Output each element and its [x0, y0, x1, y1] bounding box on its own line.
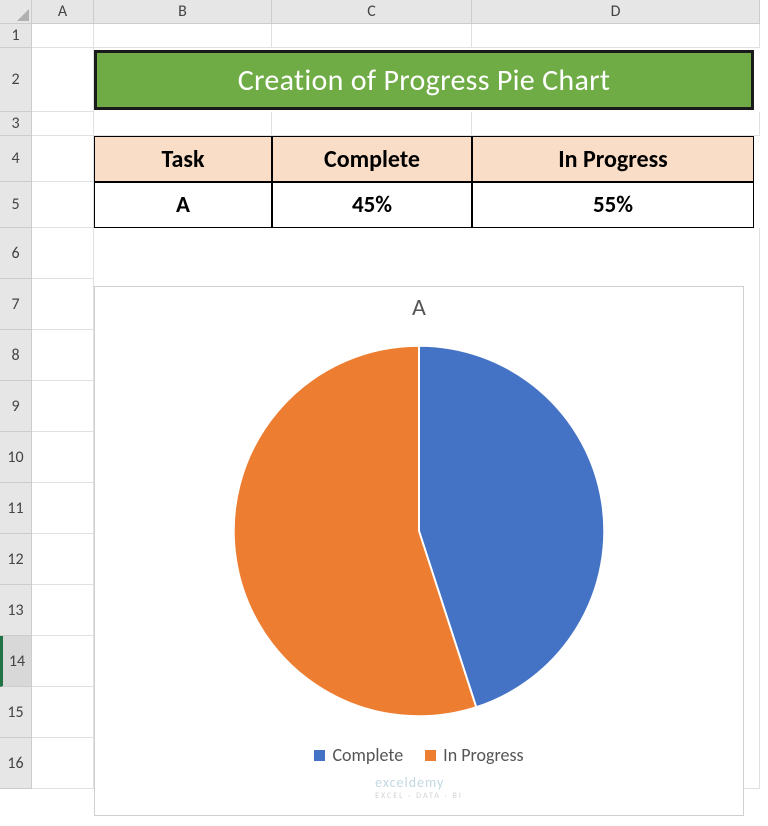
cell[interactable] [32, 279, 94, 330]
row-header-9[interactable]: 9 [0, 381, 32, 432]
cell[interactable] [94, 24, 272, 48]
select-all-corner[interactable] [0, 0, 32, 24]
page-title-banner: Creation of Progress Pie Chart [94, 50, 754, 110]
legend-item-complete: Complete [314, 744, 403, 766]
chart-plot-area [95, 336, 743, 726]
row-header-14[interactable]: 14 [0, 636, 32, 687]
cell[interactable] [32, 636, 94, 687]
col-header-d[interactable]: D [472, 0, 760, 24]
row-header-3[interactable]: 3 [0, 112, 32, 136]
row-header-5[interactable]: 5 [0, 182, 32, 228]
col-header-a[interactable]: A [32, 0, 94, 24]
cell[interactable] [32, 112, 94, 136]
cell[interactable] [32, 738, 94, 789]
row-header-8[interactable]: 8 [0, 330, 32, 381]
table-cell-task[interactable]: A [94, 182, 272, 228]
watermark-tag: EXCEL · DATA · BI [375, 791, 463, 801]
pie-svg [224, 336, 614, 726]
cell[interactable] [32, 330, 94, 381]
legend-swatch-icon [425, 750, 436, 761]
cell[interactable] [272, 24, 472, 48]
cell[interactable] [32, 48, 94, 112]
page-title: Creation of Progress Pie Chart [238, 62, 611, 99]
cell[interactable] [32, 585, 94, 636]
table-cell-complete[interactable]: 45% [272, 182, 472, 228]
row-header-6[interactable]: 6 [0, 228, 32, 279]
cell[interactable] [32, 228, 94, 279]
legend-swatch-icon [314, 750, 325, 761]
row-header-11[interactable]: 11 [0, 483, 32, 534]
row-header-7[interactable]: 7 [0, 279, 32, 330]
legend-item-progress: In Progress [425, 744, 523, 766]
legend-label: Complete [332, 744, 403, 766]
row-header-16[interactable]: 16 [0, 738, 32, 789]
cell[interactable] [32, 381, 94, 432]
row-header-10[interactable]: 10 [0, 432, 32, 483]
table-cell-progress[interactable]: 55% [472, 182, 754, 228]
chart-legend: Complete In Progress [95, 744, 743, 766]
cell[interactable] [472, 24, 760, 48]
cell[interactable] [32, 687, 94, 738]
cell[interactable] [32, 182, 94, 228]
col-header-b[interactable]: B [94, 0, 272, 24]
cell[interactable] [32, 534, 94, 585]
row-header-2[interactable]: 2 [0, 48, 32, 112]
row-header-13[interactable]: 13 [0, 585, 32, 636]
cell[interactable] [32, 136, 94, 182]
table-header-progress[interactable]: In Progress [472, 136, 754, 182]
cell[interactable] [32, 432, 94, 483]
cell[interactable] [94, 112, 272, 136]
table-header-complete[interactable]: Complete [272, 136, 472, 182]
legend-label: In Progress [443, 744, 523, 766]
watermark-brand: exceldemy [375, 774, 444, 791]
row-header-1[interactable]: 1 [0, 24, 32, 48]
cell[interactable] [272, 112, 472, 136]
chart-title: A [95, 293, 743, 322]
cell[interactable] [472, 112, 760, 136]
row-header-15[interactable]: 15 [0, 687, 32, 738]
row-header-12[interactable]: 12 [0, 534, 32, 585]
row-header-4[interactable]: 4 [0, 136, 32, 182]
watermark: exceldemy EXCEL · DATA · BI [375, 774, 463, 801]
col-header-c[interactable]: C [272, 0, 472, 24]
cell[interactable] [32, 483, 94, 534]
pie-chart[interactable]: A Complete In Progress exceldemy EXCEL ·… [94, 286, 744, 816]
table-header-task[interactable]: Task [94, 136, 272, 182]
cell[interactable] [32, 24, 94, 48]
